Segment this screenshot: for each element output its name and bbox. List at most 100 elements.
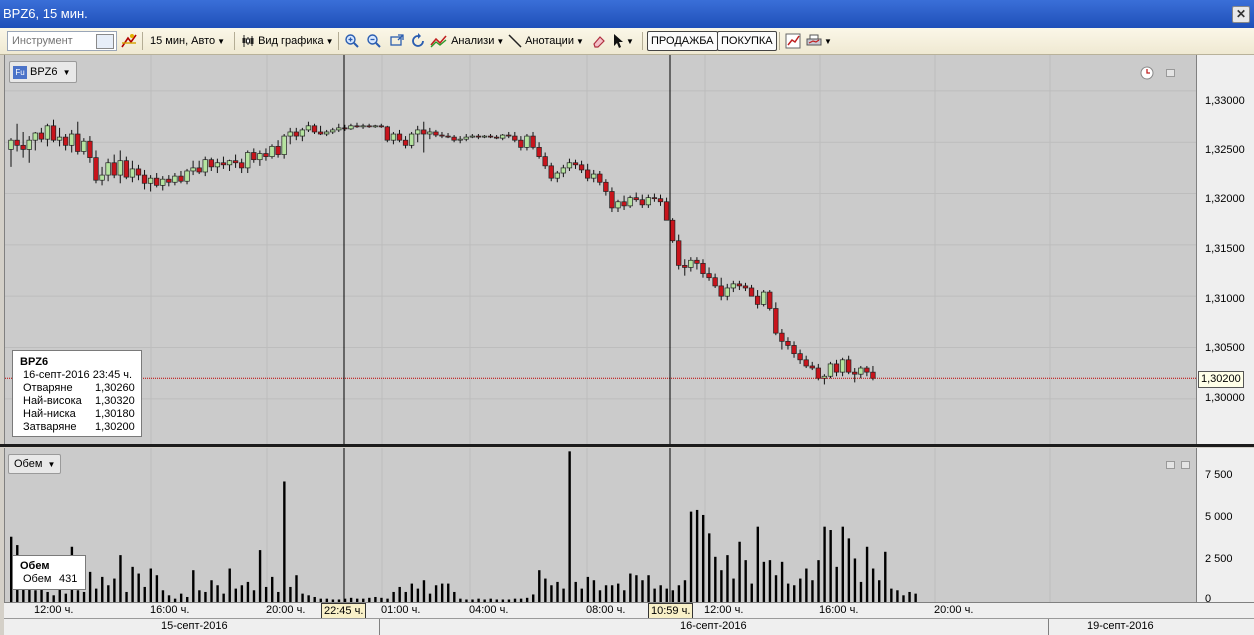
time-axis[interactable]: 12:00 ч. 16:00 ч. 20:00 ч. 01:00 ч. 04:0… (4, 602, 1254, 619)
volume-bar (161, 590, 165, 602)
crosshair-time-label: 22:45 ч. (321, 603, 367, 619)
candle-body (202, 159, 208, 173)
candle-body (232, 160, 239, 164)
volume-bar (131, 566, 134, 602)
candle-body (663, 201, 670, 221)
volume-bar (695, 509, 699, 602)
candle-body (8, 139, 14, 150)
zoom-fit-button[interactable] (389, 32, 405, 50)
candle-body (542, 156, 548, 167)
panel-minimize-icon[interactable] (1166, 461, 1175, 469)
eraser-icon (593, 36, 605, 48)
instrument-input[interactable] (8, 33, 94, 49)
candle-body (220, 162, 227, 166)
time-tick: 16:00 ч. (819, 604, 859, 616)
volume-bar (665, 588, 668, 602)
candle-body (451, 136, 457, 141)
toolbar-draw-icon[interactable] (120, 32, 138, 50)
candle-body (791, 345, 797, 355)
volume-bar (222, 593, 225, 602)
volume-bar (914, 593, 917, 602)
candle-body (481, 135, 488, 138)
volume-bar (574, 581, 577, 602)
chevron-down-icon: ▼ (824, 37, 832, 46)
volume-selector[interactable]: Обем ▼ (8, 454, 62, 474)
candle-body (372, 125, 378, 128)
buy-button[interactable]: ПОКУПКА (717, 31, 777, 51)
candle-body (815, 367, 821, 379)
volume-label: Обем (14, 458, 43, 470)
symbol-selector[interactable]: Fu BPZ6 ▼ (9, 61, 77, 83)
volume-bar (252, 590, 256, 602)
panel-divider[interactable] (0, 444, 1254, 447)
chevron-down-icon: ▼ (47, 460, 56, 469)
candle-body (457, 138, 463, 141)
volume-bar (277, 591, 280, 602)
panel-close-icon[interactable] (1181, 461, 1190, 469)
volume-bar (683, 580, 687, 602)
annotations-dropdown[interactable]: Анотации ▼ (508, 32, 584, 50)
candle-body (651, 197, 658, 200)
volume-bar (264, 586, 268, 602)
chart-options-button[interactable] (785, 32, 801, 50)
zoom-in-button[interactable] (344, 32, 360, 50)
refresh-button[interactable] (410, 32, 426, 50)
panel-minimize-icon[interactable] (1166, 69, 1175, 77)
candle-body (518, 139, 524, 148)
candle-body (360, 125, 366, 128)
price-chart-panel[interactable] (4, 55, 1197, 445)
time-tick: 04:00 ч. (469, 604, 509, 616)
volume-bar (246, 581, 250, 602)
candle-body (785, 340, 791, 346)
volume-bar (799, 578, 802, 602)
toolbar-separator (642, 32, 643, 50)
interval-dropdown[interactable]: 15 мин, Авто ▼ (150, 32, 225, 50)
print-dropdown[interactable]: ▼ (806, 32, 832, 50)
chart-type-dropdown[interactable]: Вид графика ▼ (241, 32, 334, 50)
candle-body (530, 135, 536, 148)
candle-body (317, 131, 324, 135)
volume-bar (447, 583, 450, 602)
volume-chart[interactable] (5, 448, 1197, 602)
volume-bar (617, 583, 620, 602)
candle-body (214, 162, 221, 168)
candle-body (196, 167, 202, 173)
instrument-field[interactable] (7, 31, 117, 51)
volume-bar (793, 585, 796, 602)
cursor-dropdown[interactable]: ▼ (612, 32, 634, 50)
candles-icon (242, 35, 254, 48)
chart-line-icon (785, 33, 801, 49)
candle-body (773, 308, 779, 334)
instrument-browse-icon[interactable] (96, 34, 114, 49)
candle-body (597, 173, 603, 183)
volume-bar (550, 585, 553, 602)
volume-bar (890, 588, 893, 602)
analysis-dropdown[interactable]: Анализи ▼ (430, 32, 504, 50)
candle-body (439, 134, 445, 137)
volume-bar (283, 481, 286, 602)
candle-body (56, 136, 63, 141)
candle-body (445, 135, 451, 138)
volume-bar (805, 568, 808, 602)
candle-body (554, 172, 560, 179)
candle-body (603, 181, 609, 192)
clock-icon[interactable] (1140, 66, 1154, 83)
candle-body (809, 365, 815, 369)
volume-axis[interactable]: 7 500 5 000 2 500 0 (1196, 448, 1254, 605)
volume-bar (823, 526, 826, 602)
volume-bar (732, 578, 735, 602)
volume-panel[interactable] (4, 448, 1197, 602)
close-button[interactable]: ✕ (1232, 6, 1250, 23)
candle-body (797, 353, 803, 361)
candle-body (645, 197, 651, 206)
price-tick: 1,31500 (1205, 243, 1245, 255)
zoom-out-button[interactable] (366, 32, 382, 50)
eraser-button[interactable] (591, 32, 607, 50)
sell-button[interactable]: ПРОДАЖБА (647, 31, 718, 51)
candle-body (129, 168, 136, 178)
candle-body (263, 153, 269, 157)
price-chart[interactable] (5, 55, 1197, 445)
volume-bar (708, 533, 711, 602)
volume-bar (786, 583, 790, 602)
date-axis[interactable]: 15-септ-2016 16-септ-2016 19-септ-2016 (4, 618, 1254, 635)
